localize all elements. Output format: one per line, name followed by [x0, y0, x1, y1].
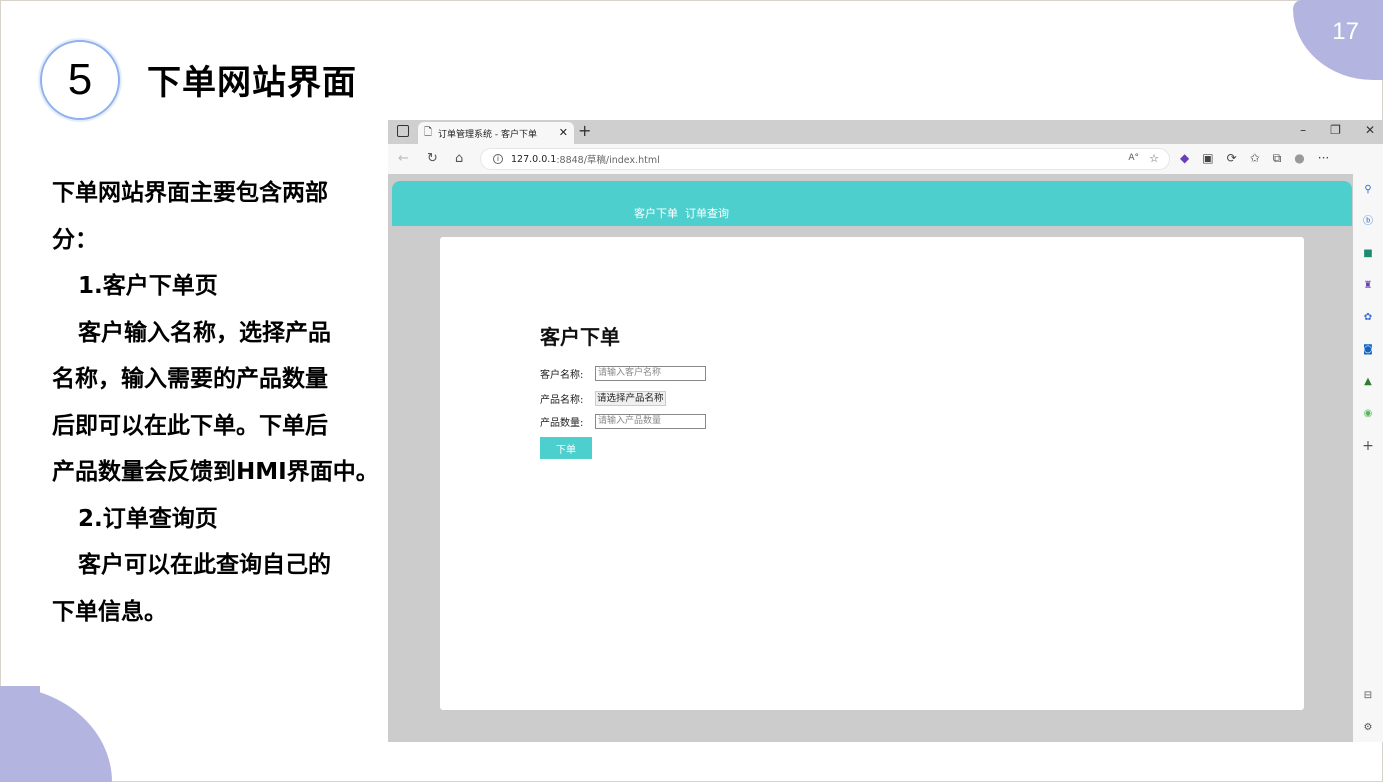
tab-actions-icon[interactable] [397, 125, 409, 137]
description-line: 客户输入名称，选择产品 [78, 319, 331, 346]
home-icon[interactable]: ⌂ [455, 151, 463, 166]
url-host: 127.0.0.1 [511, 153, 557, 165]
favorite-icon[interactable]: ☆ [1149, 152, 1159, 165]
search-icon[interactable]: ⚲ [1362, 184, 1374, 196]
copilot-icon[interactable]: ⟳ [1227, 151, 1237, 166]
customer-name-input[interactable]: 请输入客户名称 [595, 366, 706, 381]
nav-query-link[interactable]: 订单查询 [685, 205, 729, 221]
product-row: 产品名称: 请选择产品名称 [540, 391, 666, 406]
back-icon[interactable]: ← [398, 151, 409, 166]
content-card: 客户下单 客户名称: 请输入客户名称 产品名称: 请选择产品名称 产品数量: 请… [440, 237, 1304, 710]
games-icon[interactable]: ♜ [1362, 280, 1374, 292]
settings-icon[interactable]: ⚙ [1362, 722, 1374, 734]
new-tab-icon[interactable]: + [578, 121, 591, 140]
browser-screenshot: 🗋 订单管理系统 - 客户下单 ✕ + – ❐ ✕ ← ↻ ⌂ i 127.0.… [388, 120, 1383, 742]
restore-icon[interactable]: ❐ [1330, 123, 1341, 137]
description-line: 后即可以在此下单。下单后 [52, 412, 328, 439]
slide-title: 下单网站界面 [147, 63, 357, 103]
browser-tab[interactable]: 🗋 订单管理系统 - 客户下单 ✕ [418, 122, 574, 144]
refresh-icon[interactable]: ↻ [427, 151, 438, 166]
description-line: 下单网站界面主要包含两部 [52, 180, 328, 206]
url-path: :8848/草稿/index.html [556, 155, 660, 166]
description-line: 2.订单查询页 [78, 505, 218, 532]
edge-sidebar: ⚲ ⓑ ■ ♜ ✿ ◙ ▲ ◉ + ⊟ ⚙ [1353, 174, 1383, 742]
page-icon: 🗋 [424, 126, 433, 138]
close-icon[interactable]: ✕ [559, 126, 568, 139]
description-line: 分： [52, 226, 98, 253]
address-bar: ← ↻ ⌂ i 127.0.0.1:8848/草稿/index.html A° … [388, 144, 1383, 174]
web-page: 客户下单 订单查询 客户下单 客户名称: 请输入客户名称 产品名称: 请选择产品… [392, 181, 1352, 739]
url-field[interactable]: i 127.0.0.1:8848/草稿/index.html A° ☆ [480, 148, 1170, 170]
customer-label: 客户名称: [540, 370, 584, 381]
description-line: 名称，输入需要的产品数量 [52, 366, 328, 392]
quantity-label: 产品数量: [540, 418, 584, 429]
nav-order-link[interactable]: 客户下单 [634, 205, 678, 221]
tab-bar: 🗋 订单管理系统 - 客户下单 ✕ + – ❐ ✕ [388, 120, 1383, 144]
tab-title: 订单管理系统 - 客户下单 [438, 129, 538, 140]
collections-icon[interactable]: ⧉ [1273, 151, 1282, 166]
window-close-icon[interactable]: ✕ [1365, 123, 1375, 137]
page-number: 17 [1332, 18, 1359, 45]
corner-decoration-bottom-left [0, 686, 112, 782]
shopping-icon[interactable]: ▣ [1202, 151, 1213, 166]
add-icon[interactable]: ◉ [1362, 408, 1374, 420]
section-number: 5 [40, 40, 120, 120]
quantity-row: 产品数量: 请输入产品数量 [540, 414, 706, 429]
toolbar-icons: ◆ ▣ ⟳ ✩ ⧉ ● ··· [1180, 151, 1329, 166]
form-title: 客户下单 [540, 325, 620, 349]
tree-icon[interactable]: ▲ [1362, 376, 1374, 388]
sidebar-toggle-icon[interactable]: ⊟ [1362, 690, 1374, 702]
window-controls: – ❐ ✕ [1300, 123, 1375, 137]
info-icon[interactable]: i [493, 154, 503, 164]
shopping-icon[interactable]: ■ [1362, 248, 1374, 260]
description-line: 产品数量会反馈到HMI界面中。 [52, 459, 379, 485]
product-label: 产品名称: [540, 395, 584, 406]
read-aloud-icon[interactable]: A° [1128, 153, 1139, 163]
favorites-icon[interactable]: ✩ [1250, 151, 1260, 166]
office-icon[interactable]: ✿ [1362, 312, 1374, 324]
minimize-icon[interactable]: – [1300, 123, 1306, 137]
submit-order-button[interactable]: 下单 [540, 437, 592, 459]
description-line: 客户可以在此查询自己的 [78, 552, 331, 578]
description-line: 下单信息。 [52, 598, 167, 625]
more-icon[interactable]: ··· [1318, 151, 1329, 166]
quantity-input[interactable]: 请输入产品数量 [595, 414, 706, 429]
description-line: 1.客户下单页 [78, 273, 218, 299]
outlook-icon[interactable]: ◙ [1362, 344, 1374, 356]
customer-row: 客户名称: 请输入客户名称 [540, 366, 706, 381]
copilot-icon[interactable]: ⓑ [1362, 216, 1374, 228]
description: 下单网站界面主要包含两部 分： 1.客户下单页 客户输入名称，选择产品 名称，输… [52, 170, 392, 635]
profile-icon[interactable]: ● [1294, 151, 1304, 166]
add-icon[interactable]: + [1362, 439, 1374, 453]
extensions-icon[interactable]: ◆ [1180, 151, 1189, 166]
app-header: 客户下单 订单查询 [392, 181, 1352, 226]
product-select[interactable]: 请选择产品名称 [595, 391, 666, 406]
